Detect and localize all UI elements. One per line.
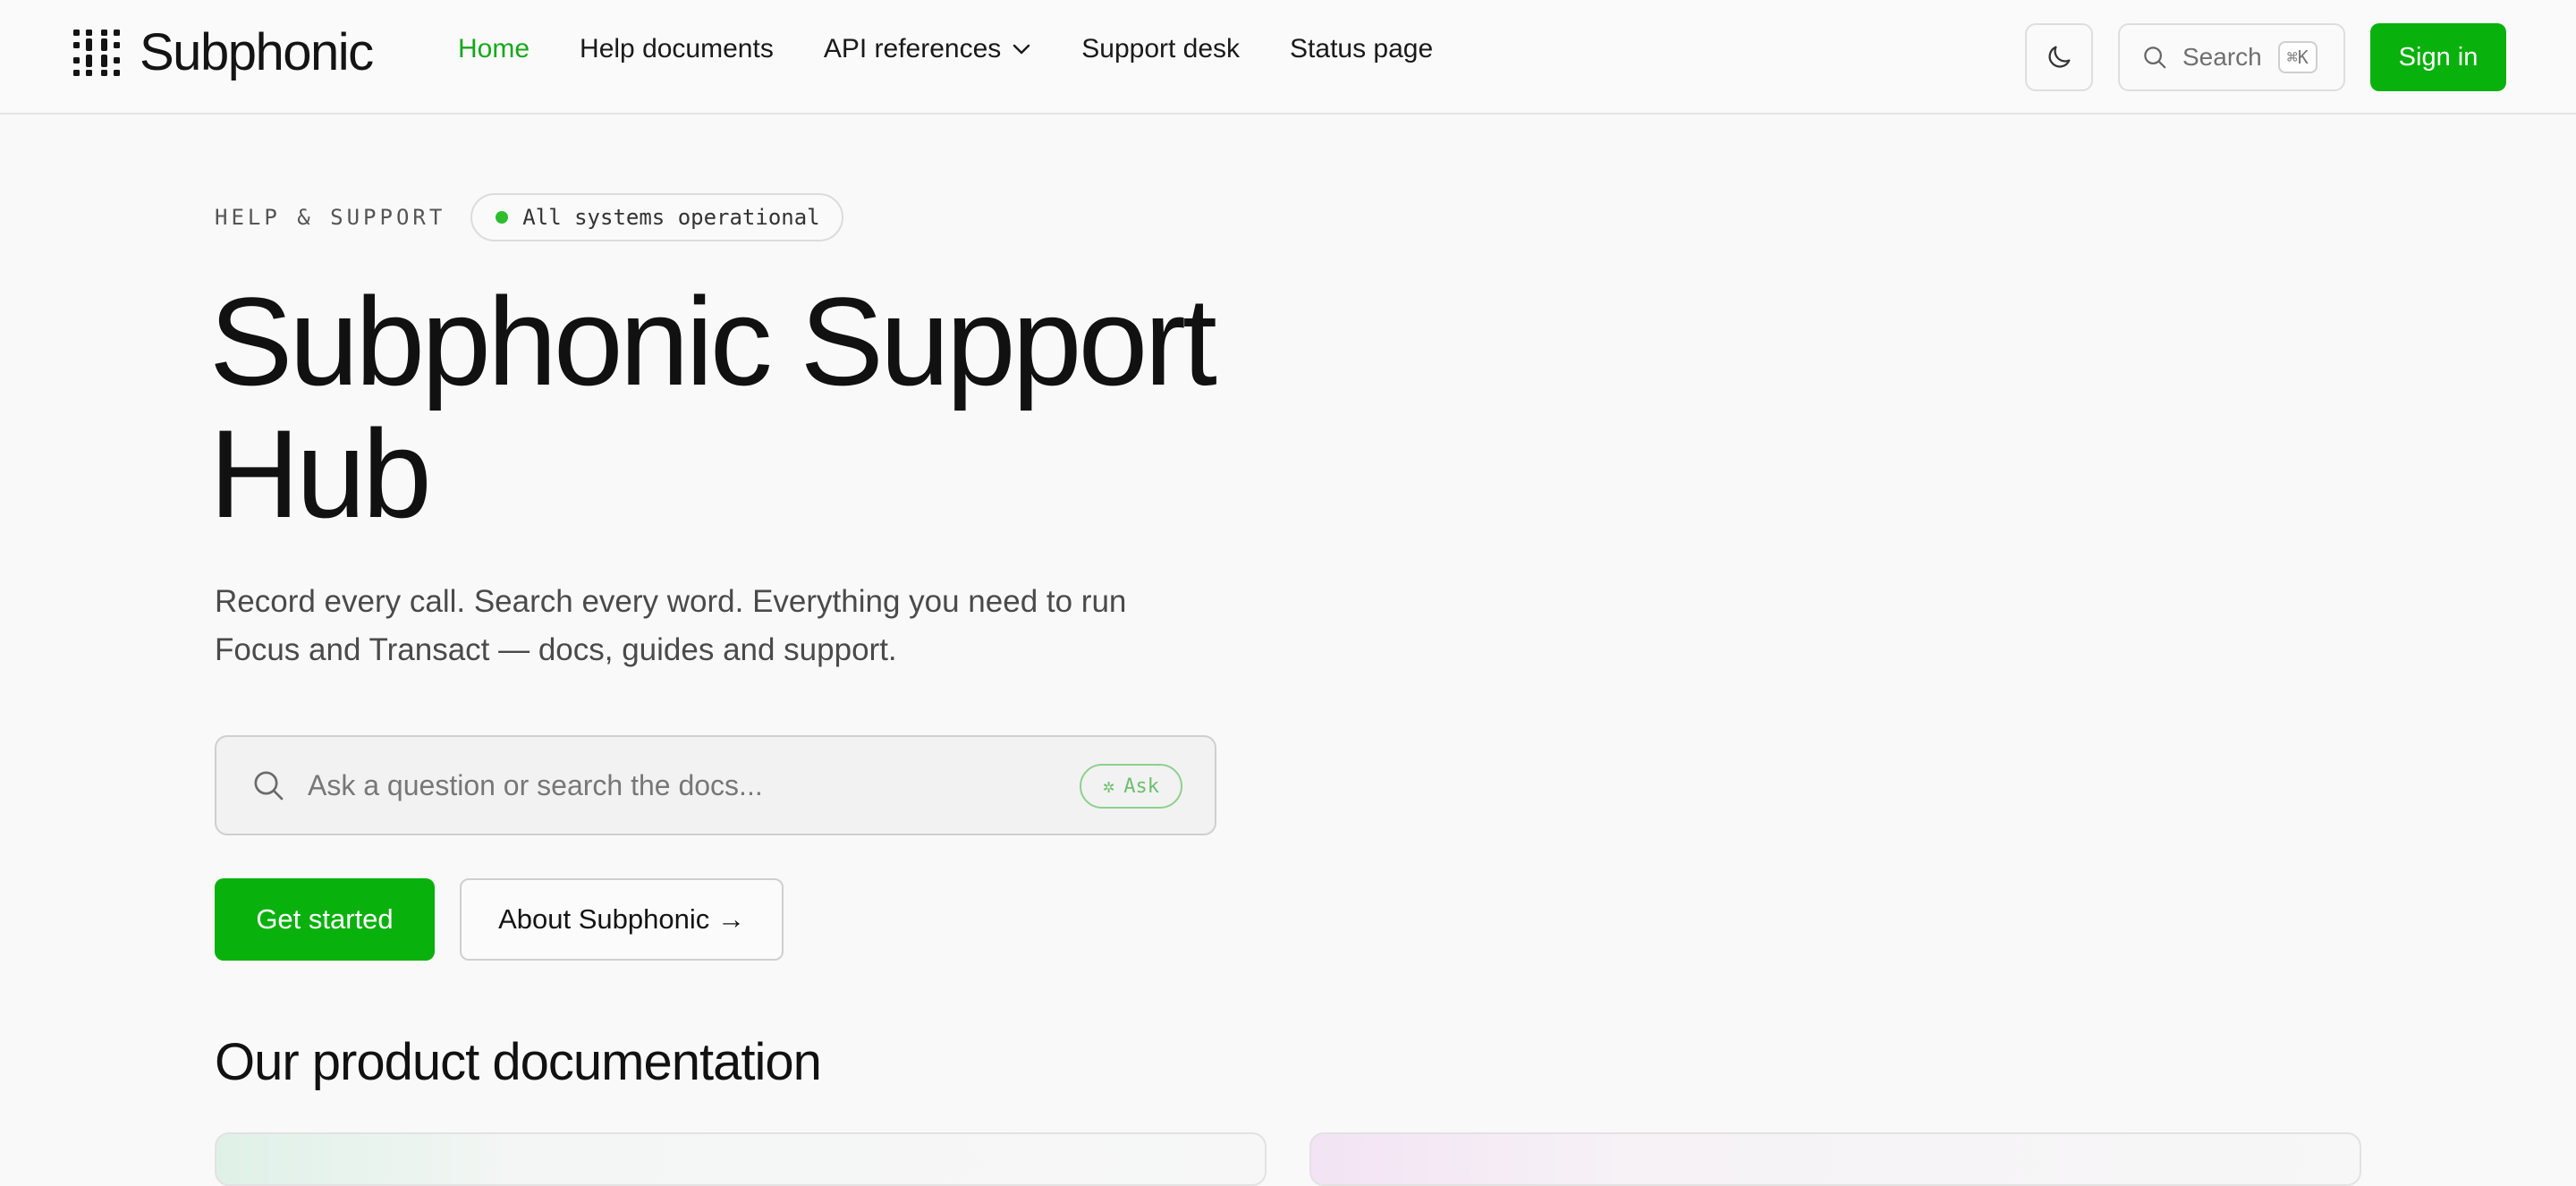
ask-ai-label: Ask <box>1123 775 1159 798</box>
nav-home[interactable]: Home <box>458 34 530 64</box>
header-search-button[interactable]: Search ⌘K <box>2118 23 2345 91</box>
nav-api-references-label: API references <box>823 34 1002 64</box>
main-nav: Home Help documents API references Suppo… <box>458 34 1483 64</box>
ask-ai-button[interactable]: ✲ Ask <box>1080 764 1182 809</box>
ask-search-input[interactable] <box>306 767 1043 803</box>
moon-icon <box>2048 46 2071 68</box>
page-title: Subphonic Support Hub <box>209 271 1217 544</box>
brand-logo[interactable]: Subphonic <box>72 23 374 81</box>
search-icon <box>2144 47 2166 69</box>
docs-section-title: Our product documentation <box>215 1033 822 1091</box>
search-shortcut-badge: ⌘K <box>2277 41 2318 73</box>
get-started-button[interactable]: Get started <box>215 878 435 961</box>
product-card-transact[interactable] <box>1309 1132 2361 1186</box>
status-badge[interactable]: All systems operational <box>470 193 843 241</box>
product-card-focus[interactable] <box>215 1132 1267 1186</box>
logo-icon <box>73 30 120 76</box>
brand-name: Subphonic <box>140 23 374 81</box>
status-dot-icon <box>496 211 509 224</box>
nav-status-page[interactable]: Status page <box>1290 34 1433 64</box>
hero-subtitle: Record every call. Search every word. Ev… <box>215 584 1127 667</box>
search-icon <box>254 771 284 801</box>
hero-eyebrow: HELP & SUPPORT All systems operational <box>215 193 843 241</box>
sparkle-icon: ✲ <box>1103 775 1115 798</box>
nav-api-references[interactable]: API references <box>824 34 1031 64</box>
sign-in-button[interactable]: Sign in <box>2370 23 2506 91</box>
theme-toggle-button[interactable] <box>2025 23 2093 91</box>
chevron-down-icon <box>1013 44 1030 55</box>
about-subphonic-button[interactable]: About Subphonic → <box>460 878 784 961</box>
header-search-label: Search <box>2182 43 2262 71</box>
nav-support-desk[interactable]: Support desk <box>1081 34 1240 64</box>
nav-help-documents[interactable]: Help documents <box>580 34 774 64</box>
site-header: Subphonic Home Help documents API refere… <box>0 0 2576 114</box>
status-text: All systems operational <box>522 205 820 230</box>
eyebrow-label: HELP & SUPPORT <box>215 205 446 230</box>
ask-search-box[interactable]: ✲ Ask <box>215 735 1216 835</box>
